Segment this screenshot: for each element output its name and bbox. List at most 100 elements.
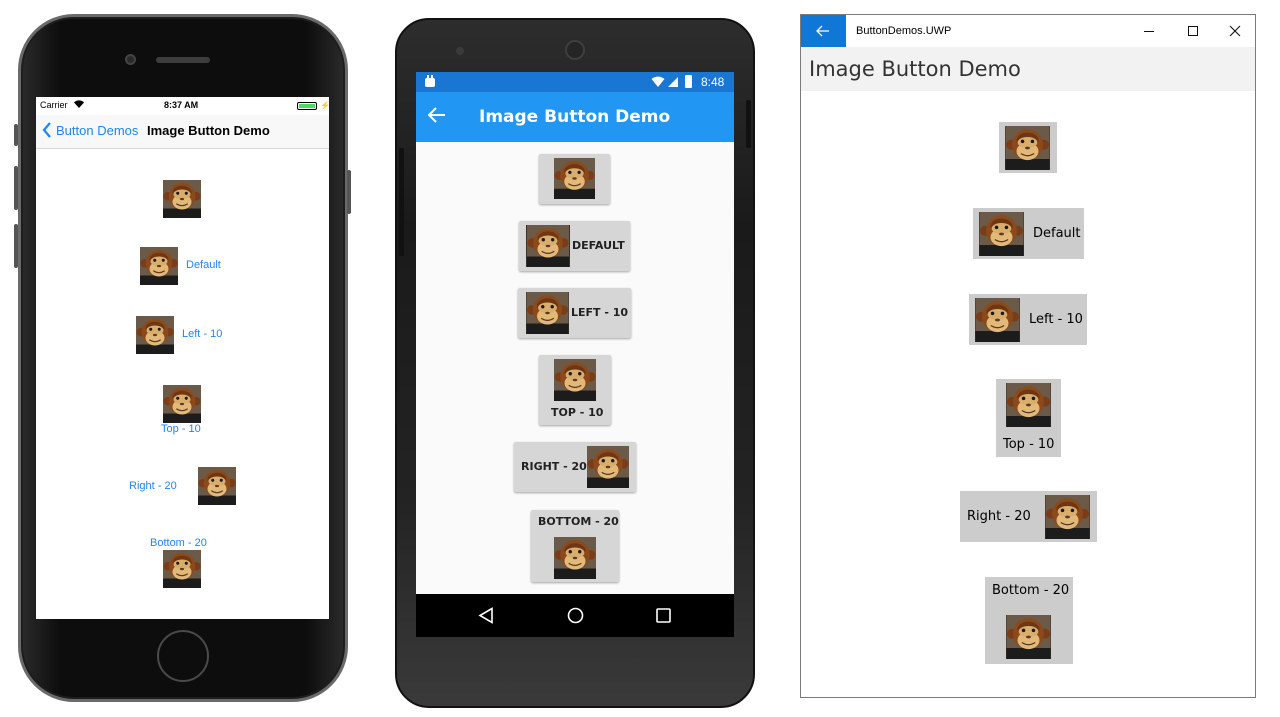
button-label: BOTTOM - 20 [538,515,619,528]
iphone-speaker [156,57,210,63]
close-icon [1229,25,1241,40]
ios-page-title: Image Button Demo [147,123,270,138]
maximize-icon [1188,26,1198,36]
ios-image-button-default[interactable]: Default [139,247,229,285]
ios-image-button-top-10[interactable]: Top - 10 [158,385,208,437]
uwp-window: ButtonDemos.UWP Image Button Demo Defaul… [800,14,1256,698]
button-label: Top - 10 [1003,437,1055,452]
android-toolbar: Image Button Demo [416,92,734,142]
maximize-button[interactable] [1171,15,1215,47]
uwp-title-bar: ButtonDemos.UWP [801,15,1255,47]
ios-image-button-bottom-20[interactable]: Bottom - 20 [148,536,218,588]
uwp-image-button-top-10[interactable]: Top - 10 [996,379,1061,457]
android-image-button-default[interactable]: DEFAULT [519,221,630,271]
minimize-button[interactable] [1127,15,1171,47]
charging-icon: ⚡ [320,101,329,110]
android-image-button-right-20[interactable]: RIGHT - 20 [514,442,636,492]
monkey-image [1005,126,1050,170]
battery-icon [685,75,692,88]
button-label: Bottom - 20 [150,537,207,549]
android-front-camera [565,40,585,60]
uwp-image-button-none[interactable] [999,122,1057,173]
button-label: LEFT - 10 [571,306,629,319]
monkey-image [587,446,629,488]
monkey-image [979,212,1024,256]
button-label: Right - 20 [129,480,177,492]
button-label: Default [1033,226,1081,241]
monkey-image [554,158,595,199]
iphone-home-button[interactable] [157,630,209,682]
monkey-image [526,225,570,267]
monkey-image [163,550,201,588]
monkey-image [136,316,174,354]
battery-icon [297,102,317,110]
ios-clock: 8:37 AM [164,100,199,110]
iphone-volume-up [14,166,18,210]
uwp-image-button-right-20[interactable]: Right - 20 [960,491,1097,542]
button-label: Default [186,259,221,271]
android-sensor [456,47,464,55]
ios-back-button[interactable]: Button Demos [56,123,138,138]
android-status-bar: 8:48 [416,72,734,92]
close-button[interactable] [1213,15,1255,47]
ios-image-button-right-20[interactable]: Right - 20 [126,467,238,505]
chevron-left-icon[interactable] [42,122,52,143]
monkey-image [1006,615,1051,659]
arrow-left-icon[interactable] [427,107,446,128]
button-label: Right - 20 [967,509,1031,524]
ios-image-button-left-10[interactable]: Left - 10 [136,316,231,354]
monkey-image [140,247,178,285]
android-page-title: Image Button Demo [479,107,671,127]
button-label: TOP - 10 [551,406,604,419]
iphone-mute-switch [14,124,18,146]
uwp-back-button[interactable] [801,15,846,47]
button-label: DEFAULT [572,239,625,252]
monkey-image [1045,495,1090,539]
iphone-power-button [347,170,351,214]
android-clock: 8:48 [701,75,725,89]
android-image-button-top-10[interactable]: TOP - 10 [539,355,611,425]
ios-screen: Carrier 8:37 AM ⚡ Button Demos Image But… [36,97,329,619]
monkey-image [163,180,201,218]
iphone-front-camera [125,54,136,65]
wifi-icon [651,76,665,91]
android-image-button-left-10[interactable]: LEFT - 10 [518,288,631,338]
android-navigation-bar [416,594,734,637]
carrier-label: Carrier [40,100,68,110]
button-label: Left - 10 [1029,312,1083,327]
android-power-button [746,100,751,148]
signal-icon [668,76,679,91]
android-image-button-none[interactable] [539,154,610,204]
monkey-image [975,298,1020,342]
ios-status-bar: Carrier 8:37 AM ⚡ [36,97,329,115]
android-notification-icon [424,75,436,91]
button-label: RIGHT - 20 [521,460,587,473]
button-label: Top - 10 [161,423,201,435]
nav-back-icon[interactable] [478,607,494,629]
monkey-image [554,537,596,579]
ios-image-button-none[interactable] [163,180,201,218]
monkey-image [554,359,596,401]
nav-home-icon[interactable] [567,607,584,629]
uwp-image-button-bottom-20[interactable]: Bottom - 20 [985,577,1073,664]
minimize-icon [1144,31,1154,32]
monkey-image [163,385,201,423]
uwp-image-button-left-10[interactable]: Left - 10 [969,294,1087,345]
monkey-image [526,292,569,334]
uwp-page-header: Image Button Demo [801,47,1255,91]
wifi-icon [73,99,85,111]
iphone-volume-down [14,224,18,268]
android-screen: 8:48 Image Button Demo DEFAULT LEFT - 10… [416,72,734,637]
monkey-image [1006,383,1051,427]
uwp-image-button-default[interactable]: Default [973,208,1084,259]
monkey-image [198,467,236,505]
ios-navigation-bar: Button Demos Image Button Demo [36,115,329,149]
nav-recents-icon[interactable] [656,608,671,628]
button-label: Left - 10 [182,328,223,340]
android-image-button-bottom-20[interactable]: BOTTOM - 20 [531,510,619,582]
uwp-window-title: ButtonDemos.UWP [856,25,952,37]
android-volume-rocker [399,148,404,256]
uwp-page-title: Image Button Demo [809,57,1021,81]
arrow-left-icon [816,25,830,40]
button-label: Bottom - 20 [992,583,1070,598]
